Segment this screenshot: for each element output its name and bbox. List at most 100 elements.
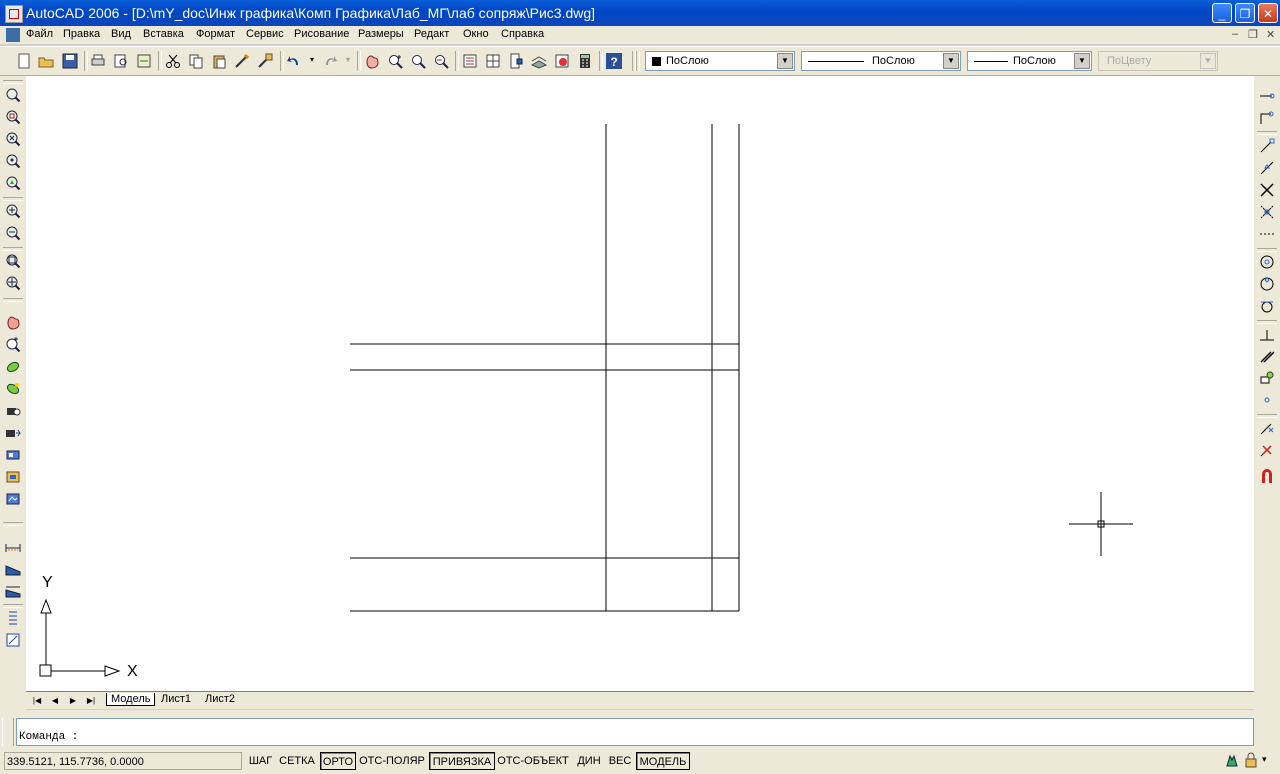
3d-orbit-icon[interactable] [5,359,21,375]
pan-realtime-icon[interactable] [364,53,380,69]
snap-midpoint-icon[interactable] [1259,160,1275,176]
snap-endpoint-icon[interactable] [1259,138,1275,154]
3d-adjust-icon[interactable] [5,491,21,507]
status-snap[interactable]: ШАГ [246,752,275,770]
zoom-previous-icon[interactable] [433,53,449,69]
menu-draw[interactable]: Рисование [294,28,349,40]
menu-window[interactable]: Окно [463,28,489,40]
plot-preview-icon[interactable] [113,53,129,69]
temp-track-point-icon[interactable] [1259,88,1275,104]
autocad-app-icon[interactable] [5,5,23,23]
publish-icon[interactable] [136,53,152,69]
command-line-input[interactable]: Команда : [16,718,1254,746]
zoom-out-icon[interactable] [5,225,21,241]
redo-icon[interactable] [322,53,338,69]
minimize-button[interactable]: _ [1212,3,1232,23]
snap-parallel-icon[interactable] [1259,348,1275,364]
undo-dropdown-icon[interactable]: ▾ [310,55,314,64]
status-polar[interactable]: ОТС-ПОЛЯР [357,752,427,770]
toolbar-grip[interactable] [636,51,640,71]
status-lwt[interactable]: ВЕС [606,752,634,770]
zoom-center-icon[interactable] [5,153,21,169]
zoom-window-icon[interactable] [5,87,21,103]
next-tab-icon[interactable]: ▶ [66,694,80,707]
prev-tab-icon[interactable]: ◀ [48,694,62,707]
match-properties-icon[interactable] [234,53,250,69]
block-editor-icon[interactable] [257,53,273,69]
orbit-pan-icon[interactable] [5,314,21,330]
chevron-down-icon[interactable]: ▼ [943,53,959,69]
cut-icon[interactable] [165,53,181,69]
menu-modify[interactable]: Редакт [414,28,449,40]
doc-minimize-icon[interactable]: – [1232,28,1238,40]
open-file-icon[interactable] [38,53,54,69]
3d-swivel-icon[interactable] [5,403,21,419]
locate-point-icon[interactable] [5,632,21,648]
status-osnap[interactable]: ПРИВЯЗКА [429,752,495,770]
markup-set-manager-icon[interactable] [554,53,570,69]
menu-file[interactable]: Файл [26,28,53,40]
3d-fly-icon[interactable] [5,447,21,463]
chevron-down-icon[interactable]: ▼ [777,53,793,69]
linetype-control[interactable]: ПоСлою ▼ [801,51,961,71]
menu-tools[interactable]: Сервис [246,28,284,40]
properties-icon[interactable] [462,53,478,69]
3d-continuous-orbit-icon[interactable] [5,381,21,397]
redo-dropdown-icon[interactable]: ▾ [346,55,350,64]
lineweight-control[interactable]: ПоСлою ▼ [967,51,1092,71]
zoom-all-icon[interactable] [5,253,21,269]
new-file-icon[interactable] [16,53,32,69]
design-center-icon[interactable] [485,53,501,69]
aligned-dimension-icon[interactable] [5,560,21,576]
snap-node-icon[interactable] [1259,392,1275,408]
zoom-scale-icon[interactable] [5,131,21,147]
zoom-object-icon[interactable] [5,175,21,191]
undo-icon[interactable] [286,53,302,69]
snap-from-icon[interactable] [1259,110,1275,126]
ordinate-dimension-icon[interactable] [5,582,21,598]
tab-model[interactable]: Модель [106,693,156,706]
zoom-in-icon[interactable] [5,203,21,219]
calculator-icon[interactable] [577,53,593,69]
toolbar-grip[interactable] [3,522,23,526]
last-tab-icon[interactable]: ▶| [84,694,98,707]
menu-insert[interactable]: Вставка [143,28,184,40]
menu-view[interactable]: Вид [111,28,131,40]
snap-tangent-icon[interactable] [1259,298,1275,314]
first-tab-icon[interactable]: |◀ [30,694,44,707]
zoom-window-icon[interactable] [410,53,426,69]
tab-layout2[interactable]: Лист2 [201,693,239,705]
snap-center-icon[interactable] [1259,254,1275,270]
zoom-extents-icon[interactable] [5,275,21,291]
communication-center-icon[interactable] [1224,752,1240,768]
status-grid[interactable]: СЕТКА [277,752,317,770]
document-icon[interactable] [6,28,20,42]
command-grip[interactable] [2,718,14,746]
list-icon[interactable] [5,610,21,626]
zoom-realtime-icon[interactable] [387,53,403,69]
snap-perpendicular-icon[interactable] [1259,326,1275,342]
doc-restore-icon[interactable]: ❐ [1248,28,1258,41]
coordinates-display[interactable]: 339.5121, 115.7736, 0.0000 [4,752,242,770]
help-icon[interactable]: ? [606,53,622,69]
snap-intersection-icon[interactable] [1259,182,1275,198]
orbit-zoom-icon[interactable] [5,336,21,352]
toolbar-lock-icon[interactable] [1243,752,1259,768]
sheet-set-manager-icon[interactable] [531,53,547,69]
toolbar-grip[interactable] [3,80,23,84]
menu-help[interactable]: Справка [501,28,544,40]
copy-icon[interactable] [188,53,204,69]
status-menu-icon[interactable]: ▾ [1262,754,1267,765]
color-control[interactable]: ПоСлою ▼ [645,51,795,71]
menu-edit[interactable]: Правка [63,28,100,40]
status-otrack[interactable]: ОТС-ОБЪЕКТ [496,752,570,770]
menu-dimension[interactable]: Размеры [358,28,404,40]
toolbar-grip[interactable] [3,298,23,302]
close-button[interactable]: ✕ [1258,3,1278,23]
snap-extension-icon[interactable] [1259,226,1275,242]
doc-close-icon[interactable]: ✕ [1266,28,1275,41]
osnap-settings-icon[interactable] [1259,468,1275,484]
save-icon[interactable] [62,53,78,69]
snap-none-icon[interactable] [1259,442,1275,458]
3d-walk-icon[interactable] [5,425,21,441]
